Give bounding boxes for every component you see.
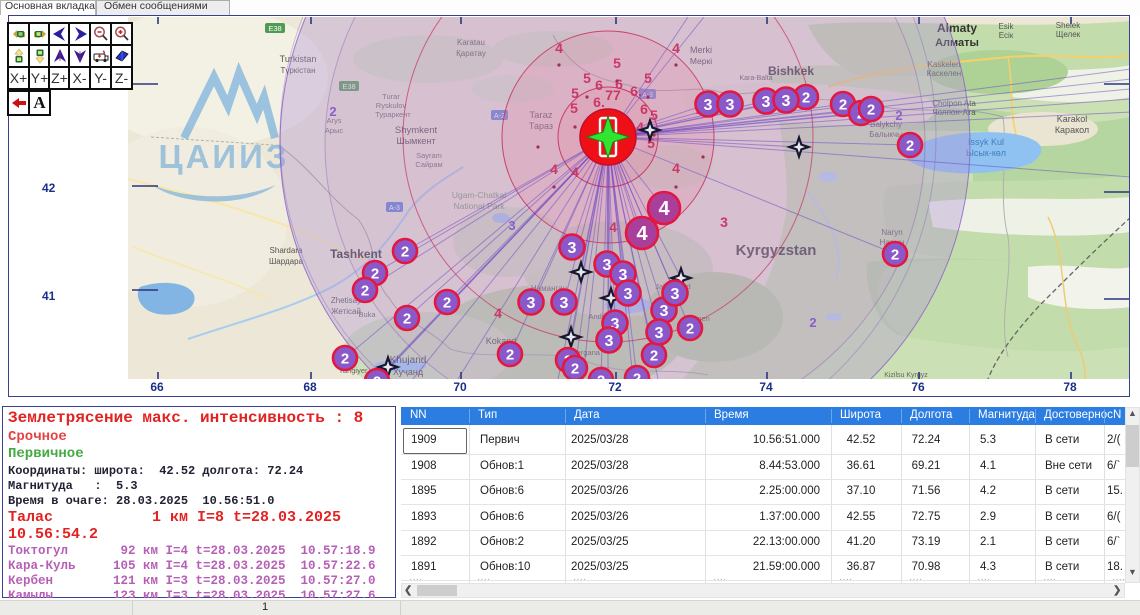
svg-text:2: 2	[506, 346, 514, 363]
svg-text:Esik: Esik	[998, 22, 1014, 31]
svg-text:Шардара: Шардара	[269, 257, 304, 266]
svg-text:3: 3	[624, 286, 633, 303]
svg-text:3: 3	[560, 295, 569, 312]
svg-text:5: 5	[613, 55, 621, 71]
svg-text:5: 5	[571, 85, 579, 101]
svg-text:3: 3	[720, 214, 728, 230]
svg-text:2: 2	[867, 101, 875, 118]
svg-text:2: 2	[341, 350, 349, 367]
svg-text:Каракол: Каракол	[1055, 125, 1089, 135]
svg-text:3: 3	[704, 97, 713, 114]
svg-text:2: 2	[891, 246, 899, 263]
svg-text:2: 2	[802, 89, 810, 106]
svg-text:Kizilsu Kyrgyz: Kizilsu Kyrgyz	[884, 372, 928, 379]
svg-text:2: 2	[571, 360, 579, 377]
svg-text:Ысык-көл: Ысык-көл	[966, 148, 1006, 158]
svg-text:2: 2	[403, 310, 411, 327]
svg-text:4: 4	[636, 223, 648, 245]
svg-text:Есік: Есік	[999, 31, 1014, 40]
svg-text:2: 2	[906, 137, 914, 154]
svg-text:4: 4	[494, 305, 502, 321]
svg-text:6.: 6.	[630, 83, 642, 99]
svg-text:6: 6	[640, 101, 648, 117]
svg-text:2: 2	[809, 315, 816, 330]
svg-text:3: 3	[660, 303, 669, 320]
svg-text:4: 4	[672, 40, 680, 56]
svg-text:5: 5	[570, 100, 578, 116]
svg-text:2: 2	[329, 104, 336, 119]
svg-text:2: 2	[839, 96, 847, 113]
svg-text:2: 2	[401, 243, 409, 260]
svg-text:4: 4	[672, 160, 680, 176]
svg-text:3: 3	[726, 97, 735, 114]
svg-text:4: 4	[636, 119, 644, 135]
svg-text:3: 3	[568, 240, 577, 257]
svg-text:2: 2	[361, 282, 369, 299]
svg-text:2: 2	[895, 108, 902, 123]
svg-text:E38: E38	[268, 24, 281, 33]
svg-text:4: 4	[609, 219, 617, 235]
svg-text:3: 3	[762, 94, 771, 111]
svg-text:2: 2	[633, 370, 641, 379]
svg-text:3: 3	[671, 286, 680, 303]
svg-text:6: 6	[595, 77, 603, 93]
svg-text:2: 2	[650, 347, 658, 364]
svg-text:2: 2	[373, 373, 381, 379]
svg-text:Shelek: Shelek	[1056, 21, 1081, 30]
svg-text:3: 3	[782, 93, 791, 110]
svg-text:Щелек: Щелек	[1056, 30, 1081, 39]
svg-text:5: 5	[583, 70, 591, 86]
svg-text:3: 3	[655, 325, 664, 342]
svg-text:77: 77	[605, 87, 621, 103]
svg-text:5: 5	[650, 107, 658, 123]
svg-text:4: 4	[571, 164, 579, 180]
svg-text:Issyk Kul: Issyk Kul	[968, 137, 1004, 147]
svg-text:5: 5	[644, 70, 652, 86]
svg-text:4: 4	[550, 161, 558, 177]
svg-text:2: 2	[686, 320, 694, 337]
svg-text:2: 2	[443, 294, 451, 311]
svg-text:3: 3	[605, 333, 614, 350]
svg-text:ЦАИИЗ: ЦАИИЗ	[158, 138, 289, 175]
svg-text:2: 2	[597, 372, 605, 379]
svg-text:3: 3	[527, 295, 536, 312]
svg-text:4: 4	[555, 40, 563, 56]
svg-text:4: 4	[658, 198, 670, 220]
svg-text:6.: 6.	[593, 94, 605, 110]
svg-text:3: 3	[508, 218, 515, 233]
